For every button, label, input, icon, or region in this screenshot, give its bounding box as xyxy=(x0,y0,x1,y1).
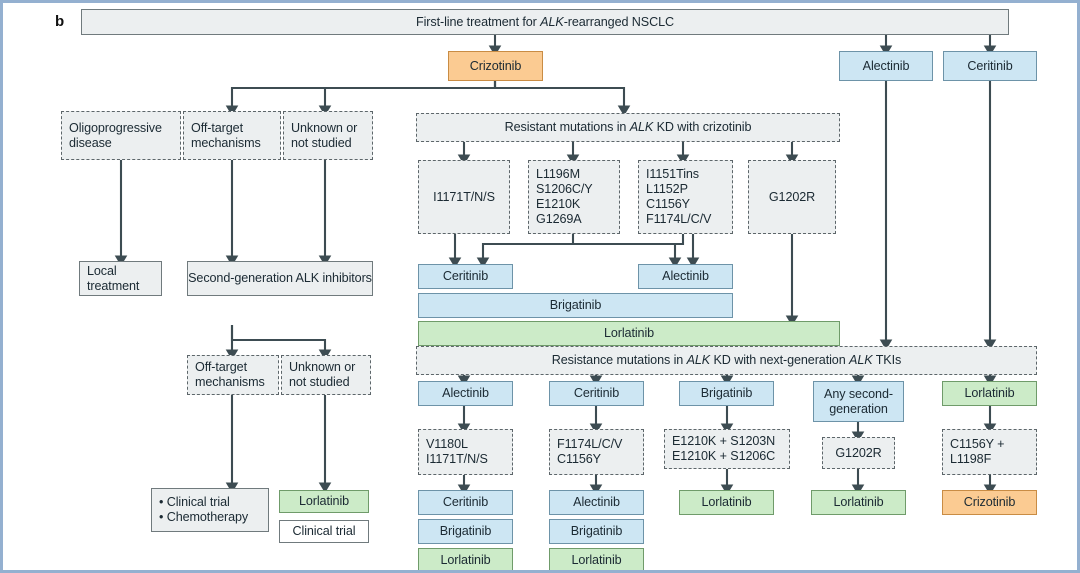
outcome-clinical-trial[interactable]: Clinical trial xyxy=(279,520,369,543)
mutation-list: L1196M S1206C/Y E1210K G1269A xyxy=(536,167,593,226)
outcome-list: • Clinical trial • Chemotherapy xyxy=(159,495,249,524)
outcome-second-generation-alk-inhibitors: Second-generation ALK inhibitors xyxy=(187,261,373,296)
nextgen-treatment-ceritinib-0[interactable]: Alectinib xyxy=(549,490,644,515)
nextgen-treatment-alectinib-2[interactable]: Lorlatinib xyxy=(418,548,513,570)
mutation-list: I1151Tins L1152P C1156Y F1174L/C/V xyxy=(646,167,712,226)
treatment-lorlatinib-after-crizotinib[interactable]: Lorlatinib xyxy=(418,321,840,346)
nextgen-treatment-alectinib-0[interactable]: Ceritinib xyxy=(418,490,513,515)
treatment-brigatinib-after-crizotinib[interactable]: Brigatinib xyxy=(418,293,733,318)
mutation-box-i1171: I1171T/N/S xyxy=(418,160,510,234)
branch-oligoprogressive-disease: Oligoprogressive disease xyxy=(61,111,181,160)
nextgen-treatment-any-second-generation-0[interactable]: Lorlatinib xyxy=(811,490,906,515)
nextgen-drug-any-second-generation[interactable]: Any second-generation xyxy=(813,381,904,422)
treatment-alectinib-after-crizotinib[interactable]: Alectinib xyxy=(638,264,733,289)
outcome-lorlatinib-second-line[interactable]: Lorlatinib xyxy=(279,490,369,513)
nextgen-drug-ceritinib[interactable]: Ceritinib xyxy=(549,381,644,406)
nextgen-treatment-ceritinib-1[interactable]: Brigatinib xyxy=(549,519,644,544)
panel-letter: b xyxy=(55,13,65,30)
header-first-line-treatment: First-line treatment for ALK-rearranged … xyxy=(81,9,1009,35)
drug-crizotinib-first-line[interactable]: Crizotinib xyxy=(448,51,543,81)
outcome-local-treatment: Local treatment xyxy=(79,261,162,296)
mutation-list: G1202R xyxy=(768,189,816,204)
mutation-box-i1151: I1151Tins L1152P C1156Y F1174L/C/V xyxy=(638,160,733,234)
mutation-box-g1202r: G1202R xyxy=(748,160,836,234)
nextgen-mutations-ceritinib: F1174L/C/V C1156Y xyxy=(549,429,644,475)
branch-unknown-or-not-studied: Unknown or not studied xyxy=(283,111,373,160)
nextgen-mutations-brigatinib: E1210K + S1203N E1210K + S1206C xyxy=(664,429,790,469)
branch2-off-target-mechanisms: Off-target mechanisms xyxy=(187,355,279,395)
nextgen-mutations-alectinib: V1180L I1171T/N/S xyxy=(418,429,513,475)
nextgen-mutations-lorlatinib: C1156Y + L1198F xyxy=(942,429,1037,475)
mutation-box-l1196: L1196M S1206C/Y E1210K G1269A xyxy=(528,160,620,234)
header-resistance-mutations-next-gen: Resistance mutations in ALK KD with next… xyxy=(416,346,1037,375)
mutation-list: I1171T/N/S xyxy=(433,189,495,204)
drug-label: Crizotinib xyxy=(469,58,522,73)
figure-panel-b: b First-line treatment for ALK-rearrange… xyxy=(0,0,1080,573)
branch2-unknown-or-not-studied: Unknown or not studied xyxy=(281,355,371,395)
outcome-clinical-trial-chemotherapy: • Clinical trial • Chemotherapy xyxy=(151,488,269,532)
header-title: First-line treatment for ALK-rearranged … xyxy=(416,14,674,29)
nextgen-drug-alectinib[interactable]: Alectinib xyxy=(418,381,513,406)
branch-off-target-mechanisms: Off-target mechanisms xyxy=(183,111,281,160)
drug-label: Alectinib xyxy=(862,58,910,73)
nextgen-mutations-any-second-generation: G1202R xyxy=(822,437,895,469)
header-resistant-mutations-crizotinib: Resistant mutations in ALK KD with crizo… xyxy=(416,113,840,142)
treatment-ceritinib-after-crizotinib[interactable]: Ceritinib xyxy=(418,264,513,289)
nextgen-drug-brigatinib[interactable]: Brigatinib xyxy=(679,381,774,406)
drug-alectinib-first-line[interactable]: Alectinib xyxy=(839,51,933,81)
drug-label: Ceritinib xyxy=(967,58,1013,73)
nextgen-treatment-lorlatinib-0[interactable]: Crizotinib xyxy=(942,490,1037,515)
nextgen-treatment-brigatinib-0[interactable]: Lorlatinib xyxy=(679,490,774,515)
nextgen-treatment-alectinib-1[interactable]: Brigatinib xyxy=(418,519,513,544)
nextgen-drug-lorlatinib[interactable]: Lorlatinib xyxy=(942,381,1037,406)
drug-ceritinib-first-line[interactable]: Ceritinib xyxy=(943,51,1037,81)
nextgen-treatment-ceritinib-2[interactable]: Lorlatinib xyxy=(549,548,644,570)
